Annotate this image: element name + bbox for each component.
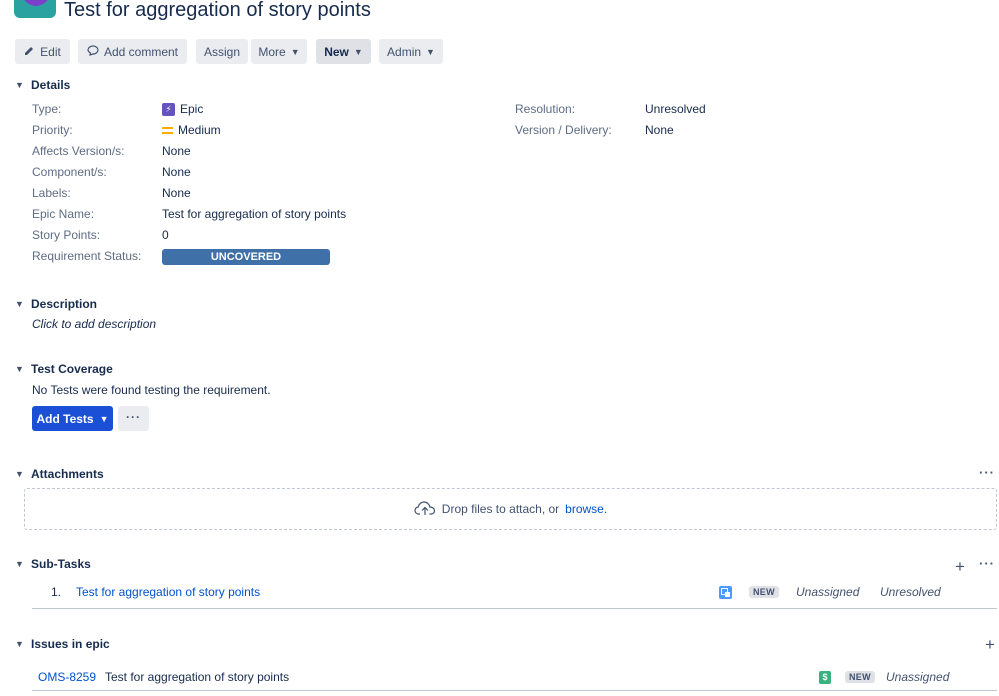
chevron-down-icon: ▼ bbox=[353, 46, 363, 57]
requirement-status-badge: UNCOVERED bbox=[162, 249, 330, 265]
epic-issue-status-badge[interactable]: NEW bbox=[845, 671, 875, 683]
epic-issue-key-link[interactable]: OMS-8259 bbox=[38, 670, 96, 684]
story-points-label: Story Points: bbox=[32, 228, 101, 242]
requirement-status-label: Requirement Status: bbox=[32, 249, 142, 263]
chevron-down-icon: ▼ bbox=[15, 559, 24, 569]
description-placeholder[interactable]: Click to add description bbox=[32, 317, 156, 331]
type-value[interactable]: ⚡ Epic bbox=[162, 102, 203, 116]
subtasks-section-toggle[interactable]: ▼ Sub-Tasks bbox=[15, 557, 91, 571]
epic-icon: ⚡ bbox=[162, 102, 175, 116]
more-label: More bbox=[258, 44, 286, 59]
subtask-status-badge[interactable]: NEW bbox=[749, 586, 779, 598]
subtasks-more-button[interactable]: ··· bbox=[979, 556, 995, 571]
description-section-toggle[interactable]: ▼ Description bbox=[15, 297, 97, 311]
labels-label: Labels: bbox=[32, 186, 71, 200]
details-heading: Details bbox=[31, 78, 71, 92]
pencil-icon bbox=[24, 45, 35, 59]
drop-files-text: Drop files to attach, or bbox=[441, 502, 560, 516]
new-label: New bbox=[324, 44, 349, 59]
epic-name-label: Epic Name: bbox=[32, 207, 95, 221]
story-points-value[interactable]: 0 bbox=[162, 228, 169, 242]
chevron-down-icon: ▼ bbox=[15, 80, 24, 90]
chevron-down-icon: ▼ bbox=[99, 413, 109, 424]
subtask-summary-link[interactable]: Test for aggregation of story points bbox=[76, 585, 260, 599]
subtask-index: 1. bbox=[51, 585, 62, 599]
components-value[interactable]: None bbox=[162, 165, 191, 179]
epic-name-value[interactable]: Test for aggregation of story points bbox=[162, 207, 346, 221]
issue-title[interactable]: Test for aggregation of story points bbox=[64, 0, 371, 22]
new-button[interactable]: New ▼ bbox=[316, 39, 371, 64]
edit-label: Edit bbox=[40, 44, 61, 59]
priority-label: Priority: bbox=[32, 123, 73, 137]
priority-medium-icon bbox=[162, 126, 173, 135]
type-label: Type: bbox=[32, 102, 62, 116]
attachments-section-toggle[interactable]: ▼ Attachments bbox=[15, 467, 104, 481]
chevron-down-icon: ▼ bbox=[15, 364, 24, 374]
edit-button[interactable]: Edit bbox=[15, 39, 70, 64]
test-coverage-section-toggle[interactable]: ▼ Test Coverage bbox=[15, 362, 113, 376]
add-subtask-button[interactable]: + bbox=[955, 558, 965, 575]
subtask-resolution: Unresolved bbox=[880, 585, 941, 599]
add-comment-button[interactable]: Add comment bbox=[78, 39, 187, 64]
affects-version-value[interactable]: None bbox=[162, 144, 191, 158]
assign-button[interactable]: Assign bbox=[196, 39, 248, 64]
add-tests-label: Add Tests bbox=[36, 411, 94, 426]
comment-icon bbox=[87, 44, 99, 59]
add-tests-button[interactable]: Add Tests ▼ bbox=[32, 406, 113, 431]
admin-button[interactable]: Admin ▼ bbox=[379, 39, 443, 64]
subtask-icon bbox=[719, 586, 732, 599]
browse-link[interactable]: browse. bbox=[565, 502, 607, 516]
test-coverage-more-button[interactable]: ··· bbox=[118, 406, 149, 431]
assign-label: Assign bbox=[203, 44, 241, 59]
affects-version-label: Affects Version/s: bbox=[32, 144, 125, 158]
project-avatar bbox=[14, 0, 56, 18]
admin-label: Admin bbox=[387, 44, 422, 59]
issues-in-epic-divider bbox=[32, 690, 997, 691]
epic-issue-assignee[interactable]: Unassigned bbox=[886, 670, 949, 684]
subtasks-heading: Sub-Tasks bbox=[31, 557, 91, 571]
story-dollar-icon: $ bbox=[819, 671, 831, 684]
test-coverage-message: No Tests were found testing the requirem… bbox=[32, 383, 271, 397]
version-delivery-label: Version / Delivery: bbox=[515, 123, 612, 137]
labels-value[interactable]: None bbox=[162, 186, 191, 200]
version-delivery-value[interactable]: None bbox=[645, 123, 674, 137]
chevron-down-icon: ▼ bbox=[426, 46, 435, 57]
chevron-down-icon: ▼ bbox=[290, 46, 300, 57]
priority-value[interactable]: Medium bbox=[162, 123, 221, 137]
attachments-heading: Attachments bbox=[31, 467, 104, 481]
details-section-toggle[interactable]: ▼ Details bbox=[15, 78, 70, 92]
more-button[interactable]: More ▼ bbox=[251, 39, 307, 64]
attachment-dropzone[interactable]: Drop files to attach, or browse. bbox=[24, 488, 997, 530]
resolution-value: Unresolved bbox=[645, 102, 706, 116]
components-label: Component/s: bbox=[32, 165, 107, 179]
resolution-label: Resolution: bbox=[515, 102, 576, 116]
issues-in-epic-section-toggle[interactable]: ▼ Issues in epic bbox=[15, 637, 110, 651]
chevron-down-icon: ▼ bbox=[15, 639, 24, 649]
description-heading: Description bbox=[31, 297, 98, 311]
chevron-down-icon: ▼ bbox=[15, 469, 24, 479]
issues-in-epic-heading: Issues in epic bbox=[31, 637, 110, 651]
attachments-more-button[interactable]: ··· bbox=[979, 465, 995, 480]
epic-issue-summary[interactable]: Test for aggregation of story points bbox=[105, 670, 289, 684]
subtask-assignee[interactable]: Unassigned bbox=[796, 585, 859, 599]
chevron-down-icon: ▼ bbox=[15, 299, 24, 309]
add-comment-label: Add comment bbox=[103, 44, 179, 59]
test-coverage-heading: Test Coverage bbox=[31, 362, 113, 376]
subtasks-divider bbox=[32, 608, 997, 609]
cloud-upload-icon bbox=[414, 500, 436, 519]
add-issue-to-epic-button[interactable]: + bbox=[985, 636, 995, 653]
